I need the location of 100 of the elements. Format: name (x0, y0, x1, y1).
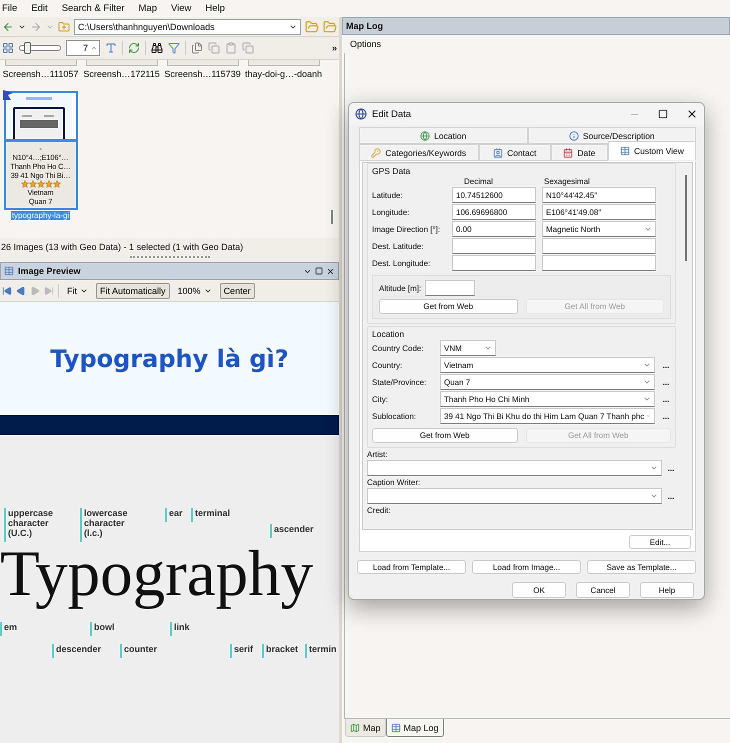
previous-icon[interactable] (16, 286, 26, 296)
more-button[interactable]: ... (661, 412, 671, 420)
text-field[interactable] (452, 255, 536, 271)
forward-icon[interactable] (30, 20, 42, 32)
more-button[interactable]: ... (666, 492, 676, 500)
tab[interactable]: Source/Description (528, 127, 696, 144)
scrollbar-thumb[interactable] (685, 175, 687, 261)
tab[interactable]: Custom View (608, 141, 696, 160)
view-icon[interactable] (2, 42, 14, 54)
paste-icon[interactable] (225, 42, 237, 54)
template-button[interactable]: Load from Template... (357, 560, 466, 574)
tab[interactable]: Categories/Keywords (359, 144, 478, 161)
dropdown[interactable]: Magnetic North (542, 221, 656, 237)
text-field[interactable]: 10.74512600 (452, 187, 536, 203)
more-button[interactable]: ... (661, 378, 671, 386)
size-spinner[interactable]: 7 (66, 40, 100, 56)
text-field[interactable]: 106.69696800 (452, 204, 536, 220)
last-icon[interactable] (44, 286, 54, 296)
tab[interactable]: Location (359, 127, 528, 144)
contact-card-icon (493, 148, 504, 158)
pane-title: Image Preview (18, 266, 81, 276)
edit-button[interactable]: Edit... (629, 535, 691, 549)
dropdown[interactable]: VNM (440, 340, 496, 356)
dropdown[interactable]: Thanh Pho Ho Chi Minh (440, 391, 655, 407)
template-button[interactable]: Save as Template... (587, 560, 696, 574)
template-button[interactable]: Load from Image... (472, 560, 581, 574)
text-field[interactable]: N10°44'42.45" (542, 187, 656, 203)
close-icon[interactable] (686, 108, 698, 120)
tab[interactable]: Contact (478, 144, 551, 161)
filter-icon[interactable] (168, 42, 180, 54)
zoom-slider[interactable] (19, 45, 61, 51)
toggle-button[interactable]: Fit Automatically (96, 282, 170, 298)
menu-item[interactable]: Help (205, 3, 225, 14)
binoculars-icon[interactable] (151, 42, 163, 54)
pane-tab[interactable]: Map (345, 719, 386, 737)
dropdown[interactable]: Vietnam (440, 357, 655, 373)
toggle-button[interactable]: Center (220, 282, 255, 298)
maximize-icon[interactable] (315, 267, 323, 275)
path-field[interactable]: C:\Users\thanhnguyen\Downloads (74, 18, 301, 34)
dialog-button[interactable]: Cancel (576, 582, 630, 598)
back-icon[interactable] (2, 20, 14, 32)
zoom-dropdown[interactable]: 100% (174, 282, 216, 298)
close-icon[interactable] (326, 266, 335, 276)
thumbnail-caption: thay-doi-g…-doanh (244, 69, 322, 79)
menu-item[interactable]: Map (138, 3, 157, 14)
menu-item[interactable]: Edit (31, 3, 48, 14)
field-label: Country: (372, 360, 404, 370)
dialog-button[interactable]: Help (640, 582, 694, 598)
chevron-icon (91, 45, 97, 51)
folder-up-icon[interactable] (58, 20, 70, 32)
overflow-button[interactable]: » (332, 43, 337, 53)
diagram-label: serif (230, 644, 254, 658)
text-field[interactable]: 0.00 (452, 221, 536, 237)
next-icon[interactable] (30, 286, 40, 296)
tab[interactable]: Date (551, 144, 608, 161)
text-field[interactable] (542, 255, 656, 271)
globe-icon (420, 130, 430, 140)
first-icon[interactable] (2, 286, 12, 296)
group-title: Location (372, 329, 406, 339)
thumbnail-frame[interactable] (248, 60, 320, 66)
text-field[interactable] (452, 238, 536, 254)
image-title: Typography là gì? (50, 344, 289, 372)
menu-item[interactable]: Options (350, 39, 382, 49)
copy-icon[interactable] (208, 42, 220, 54)
app-icon (355, 108, 367, 120)
menu-item[interactable]: File (2, 3, 18, 14)
thumbnail-frame[interactable] (166, 60, 238, 66)
scrollbar-thumb[interactable] (331, 210, 333, 224)
dropdown[interactable]: Quan 7 (440, 374, 655, 390)
more-button[interactable]: ... (666, 464, 676, 472)
folder-icon[interactable] (323, 20, 337, 34)
folder-icon[interactable] (305, 20, 319, 34)
dialog-title: Edit Data (372, 108, 412, 120)
copy-icon[interactable] (242, 42, 254, 54)
dropdown[interactable] (367, 460, 662, 476)
maximize-icon[interactable] (658, 109, 668, 119)
diagram-label: uppercase character (U.C.) (4, 508, 54, 542)
dropdown[interactable]: 39 41 Ngo Thi Bi Khu do thi Him Lam Quan 7 Thanh phc (440, 408, 655, 424)
menu-item[interactable]: Search & Filter (62, 3, 125, 14)
chevron-icon (650, 492, 658, 500)
menu-item[interactable]: View (171, 3, 192, 14)
thumbnail-frame[interactable] (4, 60, 76, 66)
text-icon[interactable] (105, 42, 117, 54)
chevron-icon (643, 361, 651, 369)
fit-dropdown[interactable]: Fit (63, 282, 92, 298)
dropdown[interactable] (367, 488, 662, 504)
more-button[interactable]: ... (661, 360, 671, 370)
more-button[interactable]: ... (661, 394, 671, 404)
text-field[interactable]: E106°41'49.08" (542, 204, 656, 220)
text-field[interactable] (542, 238, 656, 254)
web-button[interactable]: Get from Web (379, 299, 518, 314)
flag-icon (2, 89, 14, 101)
thumbnail-frame[interactable] (86, 60, 158, 66)
pane-tab[interactable]: Map Log (386, 719, 444, 737)
refresh-icon[interactable] (128, 42, 140, 54)
files-icon[interactable] (191, 42, 203, 54)
web-button[interactable]: Get from Web (372, 428, 518, 443)
dialog-button[interactable]: OK (512, 582, 566, 598)
text-field[interactable] (425, 280, 476, 296)
chevron-icon (650, 464, 658, 472)
